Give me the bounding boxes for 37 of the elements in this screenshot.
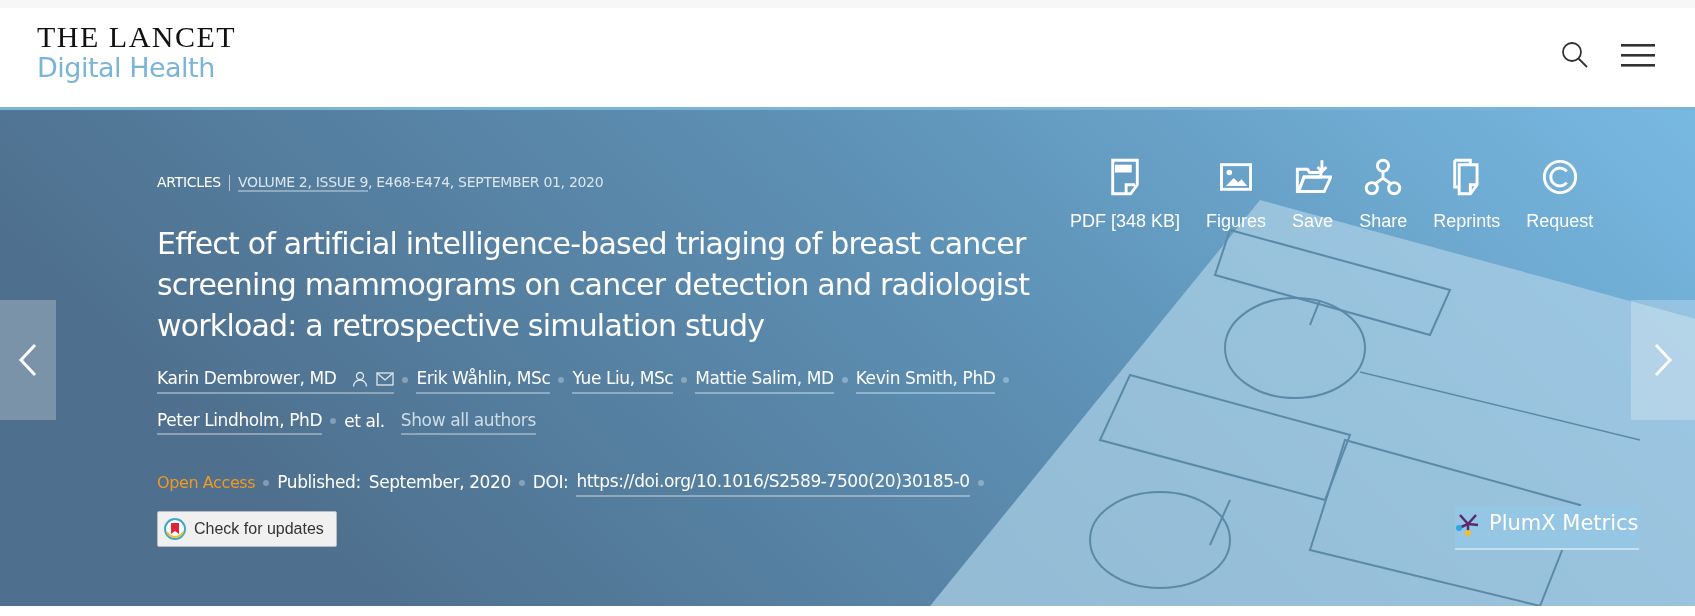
author-link[interactable]: Kevin Smith, PhD bbox=[855, 366, 996, 394]
doi-link[interactable]: https://doi.org/10.1016/S2589-7500(20)30185-0 bbox=[576, 469, 970, 497]
logo-subtitle[interactable]: Digital Health bbox=[37, 52, 237, 85]
mail-icon bbox=[376, 371, 395, 386]
issue-info: VOLUME 2, ISSUE 9, E468-E474, SEPTEMBER 01, 2020 bbox=[237, 173, 604, 193]
toolbar-action[interactable]: PDF [348 KB] bbox=[1060, 158, 1191, 235]
share-icon bbox=[1364, 158, 1403, 196]
check-updates-button[interactable]: Check for updates bbox=[157, 510, 337, 547]
toolbar-action[interactable]: Request bbox=[1516, 158, 1604, 235]
author-link[interactable]: Erik Wåhlin, MSc bbox=[416, 366, 551, 394]
toolbar-action[interactable]: Save bbox=[1282, 158, 1344, 235]
issue-link[interactable]: VOLUME 2, ISSUE 9 bbox=[237, 174, 368, 192]
article-type: ARTICLES bbox=[157, 173, 221, 192]
access-label: Open Access bbox=[157, 471, 256, 494]
author-link[interactable]: Mattie Salim, MD bbox=[695, 366, 834, 394]
logo-title[interactable]: THE LANCET bbox=[37, 22, 237, 52]
author-link[interactable]: Karin Dembrower, MD bbox=[157, 366, 395, 394]
show-all-authors-link[interactable]: Show all authors bbox=[400, 407, 536, 435]
menu-icon bbox=[1621, 42, 1655, 67]
folder-download-icon bbox=[1293, 158, 1332, 196]
toolbar-action[interactable]: Share bbox=[1349, 158, 1418, 235]
toolbar-action[interactable]: Figures bbox=[1196, 158, 1277, 235]
author-link[interactable]: Yue Liu, MSc bbox=[572, 366, 674, 394]
bookmark-icon bbox=[164, 517, 186, 540]
toolbar-action[interactable]: Reprints bbox=[1423, 158, 1511, 235]
copyright-icon bbox=[1540, 158, 1579, 196]
published-label: Published: bbox=[277, 471, 361, 494]
published-date: September, 2020 bbox=[368, 471, 511, 494]
person-icon bbox=[352, 370, 369, 387]
plumx-metrics-link[interactable]: PlumX Metrics bbox=[1455, 506, 1639, 550]
et-al-text: et al. bbox=[344, 409, 385, 433]
search-icon bbox=[1561, 40, 1589, 69]
chevron-right-icon bbox=[1653, 343, 1673, 377]
doi-label: DOI: bbox=[532, 471, 569, 494]
author-link[interactable]: Peter Lindholm, PhD bbox=[157, 407, 323, 435]
chevron-left-icon bbox=[18, 343, 38, 377]
article-title: Effect of artificial intelligence-based triaging of breast cancer screening mammograms on cancer detection and radiologist workload: a retrospective simulation study bbox=[157, 225, 1031, 345]
